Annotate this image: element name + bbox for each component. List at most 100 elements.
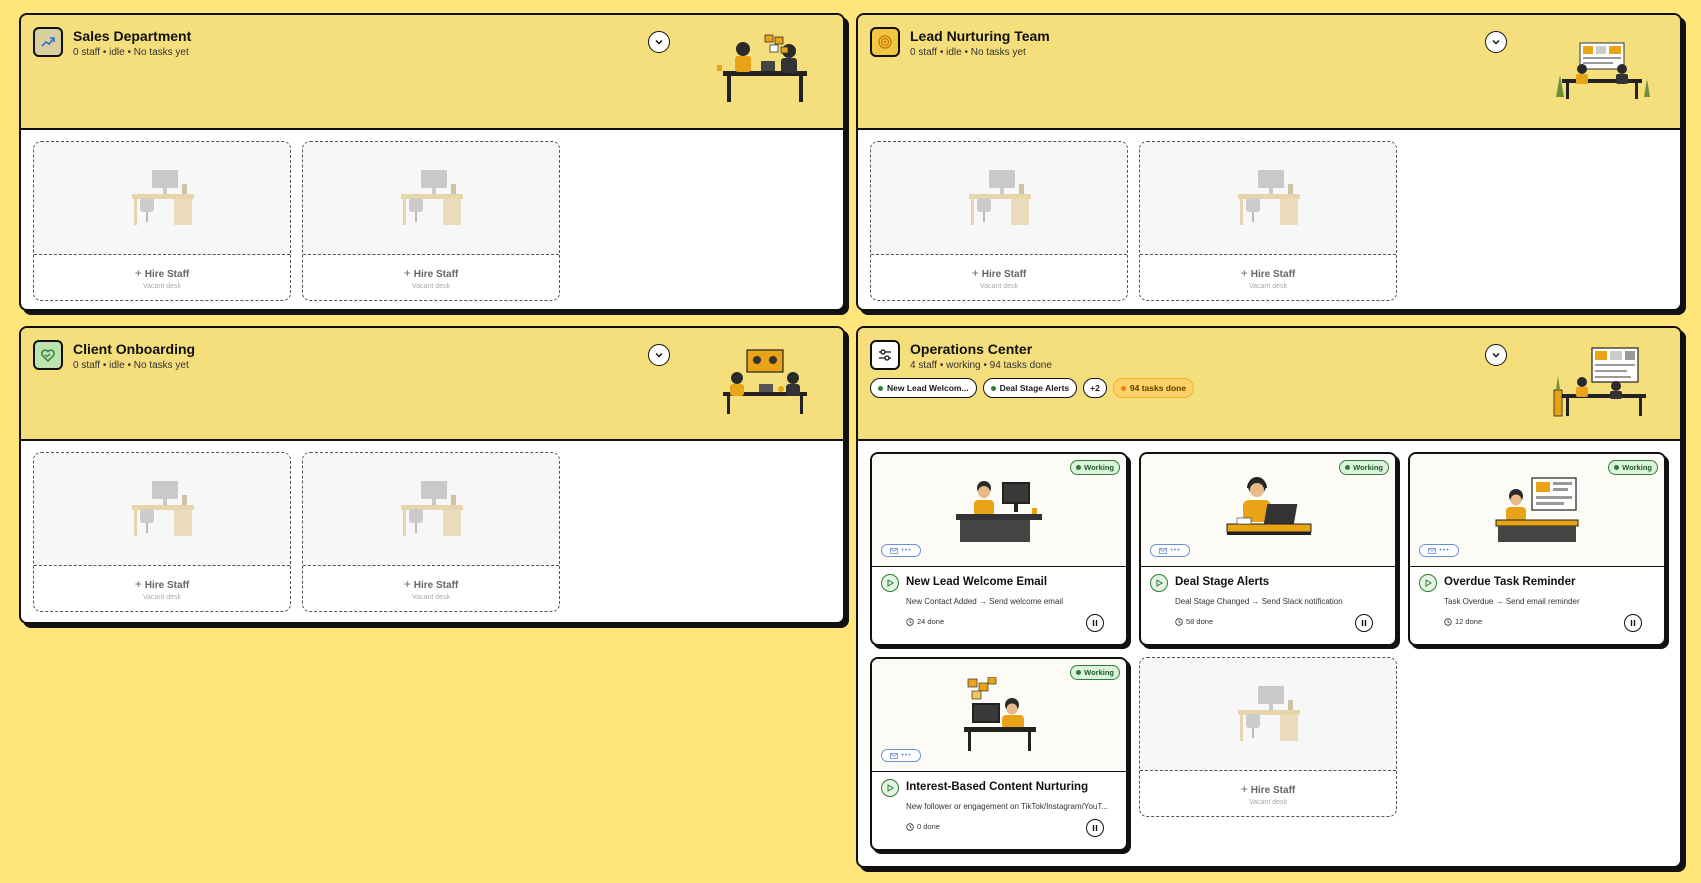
department-panel-operations: Operations Center 4 staff • working • 94… xyxy=(856,326,1682,868)
status-badge: Working xyxy=(1070,460,1120,475)
email-channel-badge: ••• xyxy=(1419,544,1459,557)
tasks-done-count: 58 done xyxy=(1175,617,1213,626)
hire-staff-button[interactable]: + Hire Staff xyxy=(1140,266,1396,280)
vacant-desk-slot[interactable]: + Hire Staff Vacant desk xyxy=(1139,141,1397,301)
vacant-desk-label: Vacant desk xyxy=(1248,799,1287,806)
worker-description: Deal Stage Changed → Send Slack notifica… xyxy=(1175,597,1343,606)
chevron-down-icon xyxy=(655,352,663,358)
department-header: Lead Nurturing Team 0 staff • idle • No … xyxy=(858,15,1680,130)
play-icon xyxy=(887,784,894,792)
worker-card[interactable]: Working ••• New Lead Welcome Email New C… xyxy=(870,452,1128,646)
worker-title: Overdue Task Reminder xyxy=(1444,576,1576,588)
office-workspace-illustration xyxy=(1556,42,1650,99)
chevron-down-icon xyxy=(655,39,663,45)
department-title: Operations Center xyxy=(910,341,1033,357)
empty-desk-icon xyxy=(1238,686,1300,741)
department-title: Sales Department xyxy=(73,28,192,44)
status-badge: Working xyxy=(1608,460,1658,475)
task-chip[interactable]: Deal Stage Alerts xyxy=(982,378,1078,398)
tasks-done-count: 24 done xyxy=(906,617,944,626)
email-channel-badge: ••• xyxy=(881,749,921,762)
worker-with-notes-illustration xyxy=(964,677,1036,751)
client-meeting-illustration xyxy=(723,349,807,414)
worker-at-desk-illustration xyxy=(956,481,1042,542)
email-channel-badge: ••• xyxy=(881,544,921,557)
vacant-desk-label: Vacant desk xyxy=(1248,283,1287,290)
vacant-desk-slot[interactable]: + Hire Staff Vacant desk xyxy=(1139,657,1397,817)
worker-card[interactable]: Working ••• Interest-Based Content Nurtu… xyxy=(870,657,1128,851)
collapse-button[interactable] xyxy=(1485,31,1507,53)
run-button[interactable] xyxy=(881,779,899,797)
sliders-icon xyxy=(870,340,900,370)
worker-description: New follower or engagement on TikTok/Ins… xyxy=(906,802,1109,811)
empty-desk-icon xyxy=(132,481,194,536)
hire-staff-button[interactable]: + Hire Staff xyxy=(871,266,1127,280)
worker-title: Interest-Based Content Nurturing xyxy=(906,781,1089,793)
department-panel-sales: Sales Department 0 staff • idle • No tas… xyxy=(19,13,845,311)
mail-icon xyxy=(1159,547,1168,554)
mail-icon xyxy=(890,547,899,554)
worker-with-headset-illustration xyxy=(1226,477,1312,535)
hire-staff-button[interactable]: + Hire Staff xyxy=(34,266,290,280)
pause-icon xyxy=(1630,620,1636,626)
empty-desk-icon xyxy=(132,170,194,225)
pause-icon xyxy=(1361,620,1367,626)
tasks-done-chip: 94 tasks done xyxy=(1112,378,1195,398)
vacant-desk-slot[interactable]: + Hire Staff Vacant desk xyxy=(33,141,291,301)
trend-up-icon xyxy=(33,27,63,57)
vacant-desk-slot[interactable]: + Hire Staff Vacant desk xyxy=(302,141,560,301)
clock-icon xyxy=(1175,617,1183,626)
collapse-button[interactable] xyxy=(648,344,670,366)
hire-staff-button[interactable]: + Hire Staff xyxy=(34,577,290,591)
status-badge: Working xyxy=(1339,460,1389,475)
worker-card[interactable]: Working ••• Deal Stage Alerts Deal Stage… xyxy=(1139,452,1397,646)
run-button[interactable] xyxy=(1419,574,1437,592)
run-button[interactable] xyxy=(1150,574,1168,592)
empty-desk-icon xyxy=(401,481,463,536)
play-icon xyxy=(887,579,894,587)
collapse-button[interactable] xyxy=(648,31,670,53)
empty-desk-icon xyxy=(1238,170,1300,225)
pause-button[interactable] xyxy=(1355,614,1373,632)
team-meeting-illustration xyxy=(717,34,807,102)
heart-handshake-icon xyxy=(33,340,63,370)
hire-staff-button[interactable]: + Hire Staff xyxy=(303,577,559,591)
vacant-desk-label: Vacant desk xyxy=(142,594,181,601)
vacant-desk-slot[interactable]: + Hire Staff Vacant desk xyxy=(302,452,560,612)
pause-button[interactable] xyxy=(1624,614,1642,632)
department-panel-client-onboarding: Client Onboarding 0 staff • idle • No ta… xyxy=(19,326,845,624)
worker-card[interactable]: Working ••• Overdue Task Reminder Task O… xyxy=(1408,452,1666,646)
department-header: Operations Center 4 staff • working • 94… xyxy=(858,328,1680,441)
tasks-done-count: 0 done xyxy=(906,822,940,831)
operations-illustration xyxy=(1553,347,1646,417)
run-button[interactable] xyxy=(881,574,899,592)
pause-icon xyxy=(1092,620,1098,626)
pause-icon xyxy=(1092,825,1098,831)
task-chip[interactable]: New Lead Welcom... xyxy=(870,378,977,398)
more-tasks-chip[interactable]: +2 xyxy=(1083,378,1107,398)
hire-staff-button[interactable]: + Hire Staff xyxy=(303,266,559,280)
pause-button[interactable] xyxy=(1086,819,1104,837)
empty-desk-icon xyxy=(969,170,1031,225)
vacant-desk-label: Vacant desk xyxy=(411,283,450,290)
vacant-desk-slot[interactable]: + Hire Staff Vacant desk xyxy=(33,452,291,612)
hire-staff-button[interactable]: + Hire Staff xyxy=(1140,782,1396,796)
department-status: 0 staff • idle • No tasks yet xyxy=(73,360,189,371)
collapse-button[interactable] xyxy=(1485,344,1507,366)
mail-icon xyxy=(1428,547,1437,554)
empty-desk-icon xyxy=(401,170,463,225)
vacant-desk-label: Vacant desk xyxy=(142,283,181,290)
task-chips: New Lead Welcom... Deal Stage Alerts +2 … xyxy=(870,378,1195,398)
clock-icon xyxy=(906,617,914,626)
pause-button[interactable] xyxy=(1086,614,1104,632)
department-status: 4 staff • working • 94 tasks done xyxy=(910,360,1052,371)
vacant-desk-slot[interactable]: + Hire Staff Vacant desk xyxy=(870,141,1128,301)
department-status: 0 staff • idle • No tasks yet xyxy=(910,47,1026,58)
email-channel-badge: ••• xyxy=(1150,544,1190,557)
worker-with-monitor-illustration xyxy=(1495,477,1579,542)
clock-icon xyxy=(1444,617,1452,626)
worker-title: Deal Stage Alerts xyxy=(1175,576,1270,588)
department-panel-lead-nurturing: Lead Nurturing Team 0 staff • idle • No … xyxy=(856,13,1682,311)
mail-icon xyxy=(890,752,899,759)
department-title: Lead Nurturing Team xyxy=(910,28,1050,44)
